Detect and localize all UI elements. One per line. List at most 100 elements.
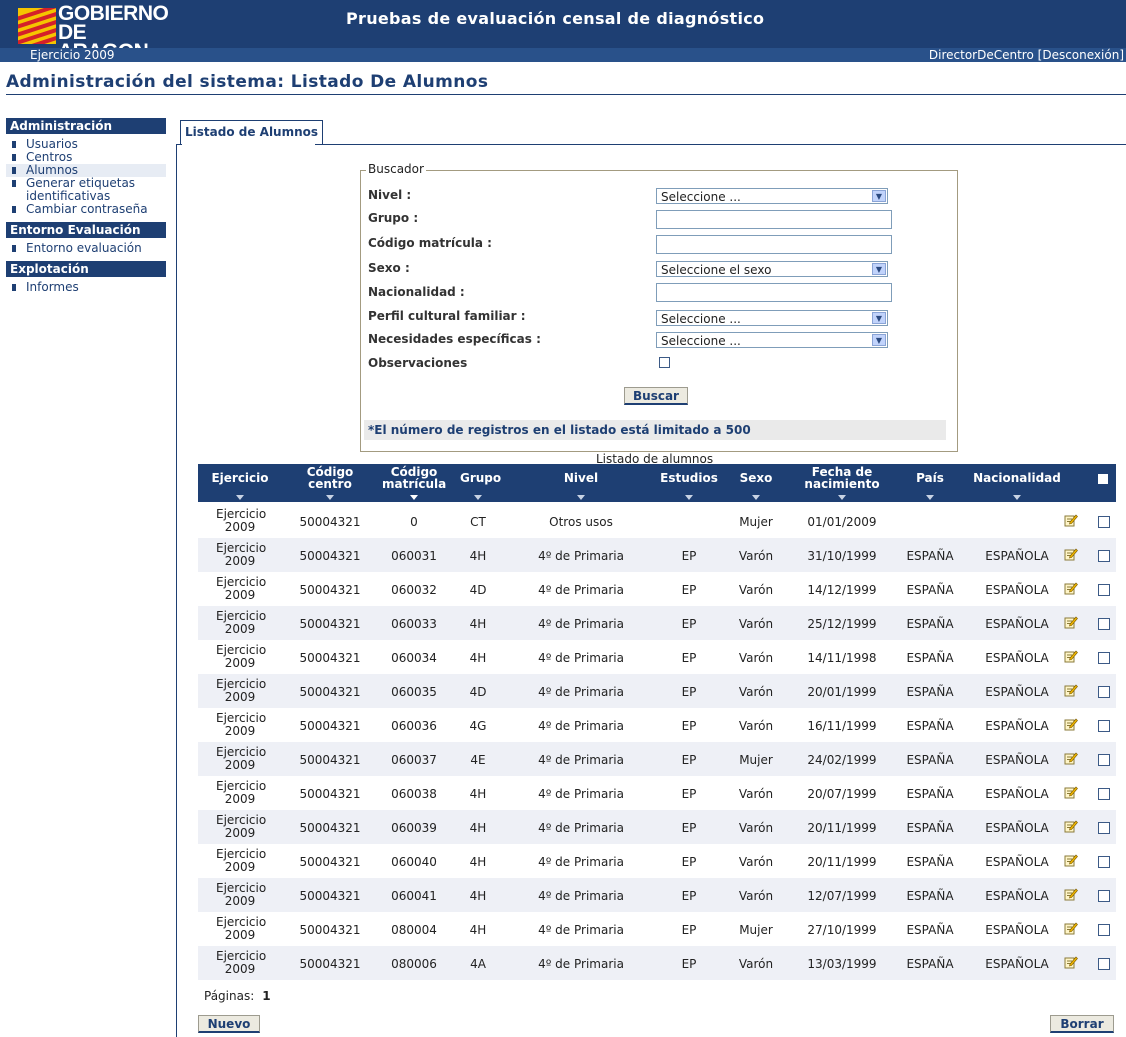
logout-link[interactable]: [Desconexión] bbox=[1038, 48, 1124, 62]
cell-sexo: Varón bbox=[724, 946, 788, 980]
perfil-cultural-select[interactable]: Seleccione ... ▼ bbox=[656, 310, 888, 326]
edit-icon[interactable] bbox=[1064, 887, 1078, 901]
row-checkbox[interactable] bbox=[1098, 822, 1110, 834]
sort-arrow-icon[interactable] bbox=[474, 495, 482, 500]
edit-icon[interactable] bbox=[1064, 955, 1078, 969]
edit-icon[interactable] bbox=[1064, 853, 1078, 867]
row-checkbox[interactable] bbox=[1098, 652, 1110, 664]
sort-arrow-icon[interactable] bbox=[838, 495, 846, 500]
edit-icon[interactable] bbox=[1064, 819, 1078, 833]
row-checkbox[interactable] bbox=[1098, 686, 1110, 698]
tab-listado-alumnos[interactable]: Listado de Alumnos bbox=[180, 120, 324, 145]
username: DirectorDeCentro bbox=[928, 48, 1034, 62]
row-checkbox[interactable] bbox=[1098, 924, 1110, 936]
cell-value: ESPAÑOLA bbox=[985, 685, 1049, 699]
grupo-input[interactable] bbox=[656, 210, 892, 229]
column-header-fecha[interactable]: Fecha de nacimiento bbox=[788, 464, 896, 502]
cell-value: 50004321 bbox=[299, 549, 361, 563]
edit-icon[interactable] bbox=[1064, 513, 1078, 527]
cell-pais bbox=[898, 504, 962, 538]
column-header-sexo[interactable]: Sexo bbox=[724, 464, 788, 502]
sidebar-section-explotacion: Explotación bbox=[6, 261, 166, 277]
cell-value: ESPAÑA bbox=[906, 855, 954, 869]
codigo-matricula-input[interactable] bbox=[656, 235, 892, 254]
edit-icon[interactable] bbox=[1064, 581, 1078, 595]
row-checkbox[interactable] bbox=[1098, 958, 1110, 970]
cell-value: Ejercicio 2009 bbox=[216, 779, 267, 806]
cell-value: 4H bbox=[469, 923, 487, 937]
column-header-ejercicio[interactable]: Ejercicio bbox=[198, 464, 282, 502]
cell-value: Ejercicio 2009 bbox=[216, 677, 267, 704]
row-checkbox[interactable] bbox=[1098, 788, 1110, 800]
nivel-select[interactable]: Seleccione ... ▼ bbox=[656, 188, 888, 204]
sort-arrow-icon[interactable] bbox=[752, 495, 760, 500]
column-header-nacionalidad[interactable]: Nacionalidad bbox=[962, 464, 1072, 502]
sexo-select[interactable]: Seleccione el sexo ▼ bbox=[656, 261, 888, 277]
cell-codigo-matricula: 060033 bbox=[376, 606, 452, 640]
new-button[interactable]: Nuevo bbox=[198, 1015, 260, 1033]
cell-ejercicio: Ejercicio 2009 bbox=[198, 776, 282, 810]
cell-value: 50004321 bbox=[299, 889, 361, 903]
cell-value: ESPAÑOLA bbox=[985, 855, 1049, 869]
limit-notice-text: *El número de registros en el listado es… bbox=[368, 423, 751, 437]
page-link-current[interactable]: 1 bbox=[262, 989, 270, 1003]
cell-sexo: Varón bbox=[724, 606, 788, 640]
column-header-grupo[interactable]: Grupo bbox=[454, 464, 502, 502]
column-header-estudios[interactable]: Estudios bbox=[654, 464, 724, 502]
cell-value: 0 bbox=[410, 515, 418, 529]
cell-estudios: EP bbox=[654, 538, 724, 572]
sort-arrow-icon[interactable] bbox=[410, 495, 418, 500]
row-checkbox[interactable] bbox=[1098, 550, 1110, 562]
column-header-pais[interactable]: País bbox=[898, 464, 962, 502]
edit-icon[interactable] bbox=[1064, 751, 1078, 765]
sort-arrow-icon[interactable] bbox=[577, 495, 585, 500]
edit-icon[interactable] bbox=[1064, 683, 1078, 697]
edit-icon[interactable] bbox=[1064, 921, 1078, 935]
observaciones-checkbox[interactable] bbox=[659, 357, 670, 368]
cell-value: Ejercicio 2009 bbox=[216, 745, 267, 772]
nacionalidad-input[interactable] bbox=[656, 283, 892, 302]
sort-arrow-icon[interactable] bbox=[926, 495, 934, 500]
edit-icon[interactable] bbox=[1064, 547, 1078, 561]
edit-icon[interactable] bbox=[1064, 785, 1078, 799]
cell-value: Varón bbox=[738, 685, 774, 699]
table-row: Ejercicio 2009 50004321 080006 4A 4º de Prim… bbox=[198, 946, 1116, 980]
column-header-nivel[interactable]: Nivel bbox=[508, 464, 654, 502]
cell-value: EP bbox=[681, 855, 697, 869]
column-header-codigo-centro[interactable]: Código centro bbox=[286, 464, 374, 502]
cell-sexo: Varón bbox=[724, 878, 788, 912]
sort-arrow-icon[interactable] bbox=[1013, 495, 1021, 500]
cell-value: ESPAÑA bbox=[906, 617, 954, 631]
sort-arrow-icon[interactable] bbox=[326, 495, 334, 500]
sidebar-item-generar-etiquetas[interactable]: Generar etiquetas identificativas bbox=[6, 177, 166, 203]
cell-fecha: 27/10/1999 bbox=[788, 912, 896, 946]
necesidades-select[interactable]: Seleccione ... ▼ bbox=[656, 332, 888, 348]
cell-value: 4º de Primaria bbox=[538, 549, 624, 563]
search-button[interactable]: Buscar bbox=[624, 387, 688, 405]
row-checkbox[interactable] bbox=[1098, 890, 1110, 902]
cell-value: 4º de Primaria bbox=[538, 889, 624, 903]
edit-icon[interactable] bbox=[1064, 717, 1078, 731]
sidebar-item-informes[interactable]: Informes bbox=[6, 281, 166, 294]
cell-nacionalidad: ESPAÑOLA bbox=[962, 708, 1072, 742]
edit-icon[interactable] bbox=[1064, 649, 1078, 663]
row-checkbox[interactable] bbox=[1098, 856, 1110, 868]
row-checkbox[interactable] bbox=[1098, 584, 1110, 596]
row-checkbox[interactable] bbox=[1098, 754, 1110, 766]
select-all-checkbox[interactable] bbox=[1098, 474, 1108, 484]
row-checkbox[interactable] bbox=[1098, 618, 1110, 630]
row-checkbox[interactable] bbox=[1098, 516, 1110, 528]
edit-icon[interactable] bbox=[1064, 615, 1078, 629]
exercise-year: Ejercicio 2009 bbox=[30, 48, 115, 62]
row-checkbox[interactable] bbox=[1098, 720, 1110, 732]
column-header-codigo-matricula[interactable]: Código matrícula bbox=[376, 464, 452, 502]
sort-arrow-icon[interactable] bbox=[685, 495, 693, 500]
sort-arrow-icon[interactable] bbox=[236, 495, 244, 500]
delete-button[interactable]: Borrar bbox=[1050, 1015, 1114, 1033]
cell-value: 060037 bbox=[391, 753, 437, 767]
sidebar-item-entorno-evaluacion[interactable]: Entorno evaluación bbox=[6, 242, 166, 255]
app-title: Pruebas de evaluación censal de diagnóst… bbox=[346, 9, 765, 28]
sidebar-item-cambiar-contrasena[interactable]: Cambiar contraseña bbox=[6, 203, 166, 216]
cell-value: 50004321 bbox=[299, 787, 361, 801]
cell-estudios: EP bbox=[654, 708, 724, 742]
